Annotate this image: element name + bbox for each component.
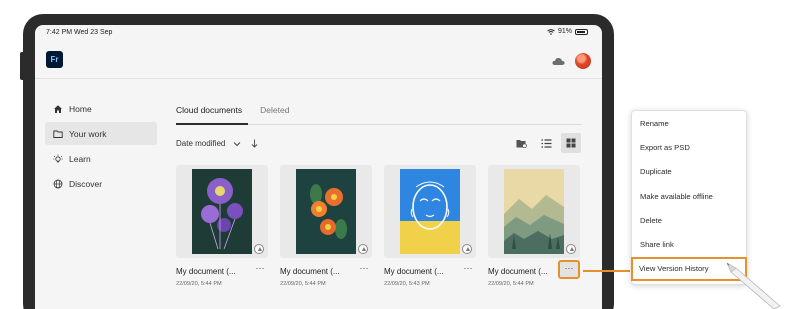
- lightbulb-icon: [53, 154, 63, 164]
- app-header: Fr: [35, 43, 602, 79]
- menu-item-export-psd[interactable]: Export as PSD: [632, 135, 746, 159]
- menu-item-make-available-offline[interactable]: Make available offline: [632, 184, 746, 208]
- document-title[interactable]: My document (...: [176, 267, 236, 276]
- view-tools: [511, 133, 581, 153]
- grid-view-icon[interactable]: [561, 133, 581, 153]
- sort-direction-icon[interactable]: [251, 139, 258, 148]
- context-menu: Rename Export as PSD Duplicate Make avai…: [631, 110, 747, 285]
- tab-cloud-documents[interactable]: Cloud documents: [176, 105, 242, 125]
- menu-item-rename[interactable]: Rename: [632, 111, 746, 135]
- status-bar: 7:42 PM Wed 23 Sep 91%: [35, 25, 602, 43]
- list-view-icon[interactable]: [536, 133, 556, 153]
- more-options-button[interactable]: ···: [460, 263, 476, 277]
- sidebar-item-learn[interactable]: Learn: [45, 147, 157, 170]
- sidebar-item-your-work[interactable]: Your work: [45, 122, 157, 145]
- sync-status-icon: [254, 244, 264, 254]
- sidebar-item-label: Discover: [69, 178, 103, 189]
- status-right: 91%: [547, 28, 588, 35]
- avatar[interactable]: [575, 53, 591, 69]
- document-title[interactable]: My document (...: [488, 267, 548, 276]
- menu-item-share-link[interactable]: Share link: [632, 232, 746, 256]
- document-title[interactable]: My document (...: [384, 267, 444, 276]
- document-date: 22/09/20, 5:43 PM: [384, 281, 430, 287]
- sync-status-icon: [462, 244, 472, 254]
- document-date: 22/09/20, 5:44 PM: [488, 281, 534, 287]
- apple-pencil-icon: [726, 262, 781, 309]
- purple-flowers-artwork: [192, 169, 252, 254]
- sidebar-item-label: Your work: [69, 128, 107, 139]
- wifi-icon: [547, 28, 555, 35]
- document-card[interactable]: My document (... ··· 22/09/20, 5:44 PM: [176, 165, 268, 287]
- cloud-icon[interactable]: [552, 57, 565, 65]
- more-options-button[interactable]: ···: [252, 263, 268, 277]
- mountain-landscape-artwork: [504, 169, 564, 254]
- battery-icon: [575, 28, 588, 35]
- more-options-button-highlighted[interactable]: ···: [558, 260, 580, 279]
- document-date: 22/09/20, 5:44 PM: [176, 281, 222, 287]
- sidebar-item-home[interactable]: Home: [45, 97, 157, 120]
- sync-status-icon: [358, 244, 368, 254]
- battery-percent: 91%: [557, 28, 572, 35]
- folder-icon: [53, 129, 63, 139]
- document-thumbnail[interactable]: [280, 165, 372, 258]
- globe-icon: [53, 179, 63, 189]
- sort-label: Date modified: [176, 139, 226, 148]
- more-options-button[interactable]: ···: [356, 263, 372, 277]
- import-folder-icon[interactable]: [511, 133, 531, 153]
- status-time: 7:42 PM Wed 23 Sep: [46, 29, 113, 36]
- active-tab-indicator: [176, 123, 248, 125]
- app-screen: 7:42 PM Wed 23 Sep 91% Fr Home Your work…: [35, 25, 602, 309]
- menu-item-duplicate[interactable]: Duplicate: [632, 160, 746, 184]
- document-tabs: Cloud documents Deleted: [176, 105, 289, 125]
- callout-connector: [583, 270, 630, 272]
- document-thumbnail[interactable]: [384, 165, 476, 258]
- sort-control[interactable]: Date modified: [176, 139, 258, 148]
- device-side-button: [20, 52, 26, 80]
- fresco-logo[interactable]: Fr: [46, 51, 63, 68]
- document-card[interactable]: My document (... ··· 22/09/20, 5:44 PM: [280, 165, 372, 287]
- sidebar-item-label: Learn: [69, 153, 91, 164]
- chevron-down-icon[interactable]: [233, 141, 241, 147]
- tab-deleted[interactable]: Deleted: [260, 105, 289, 125]
- menu-item-delete[interactable]: Delete: [632, 208, 746, 232]
- document-date: 22/09/20, 5:44 PM: [280, 281, 326, 287]
- orange-flowers-artwork: [296, 169, 356, 254]
- face-sketch-artwork: [400, 169, 460, 254]
- document-card[interactable]: My document (... ··· 22/09/20, 5:43 PM: [384, 165, 476, 287]
- sidebar-item-discover[interactable]: Discover: [45, 172, 157, 195]
- home-icon: [53, 104, 63, 114]
- document-thumbnail[interactable]: [176, 165, 268, 258]
- document-card[interactable]: My document (... ··· 22/09/20, 5:44 PM: [488, 165, 580, 287]
- sidebar-item-label: Home: [69, 103, 92, 114]
- document-thumbnail[interactable]: [488, 165, 580, 258]
- sync-status-icon: [566, 244, 576, 254]
- sidebar: Home Your work Learn Discover: [45, 97, 157, 197]
- document-title[interactable]: My document (...: [280, 267, 340, 276]
